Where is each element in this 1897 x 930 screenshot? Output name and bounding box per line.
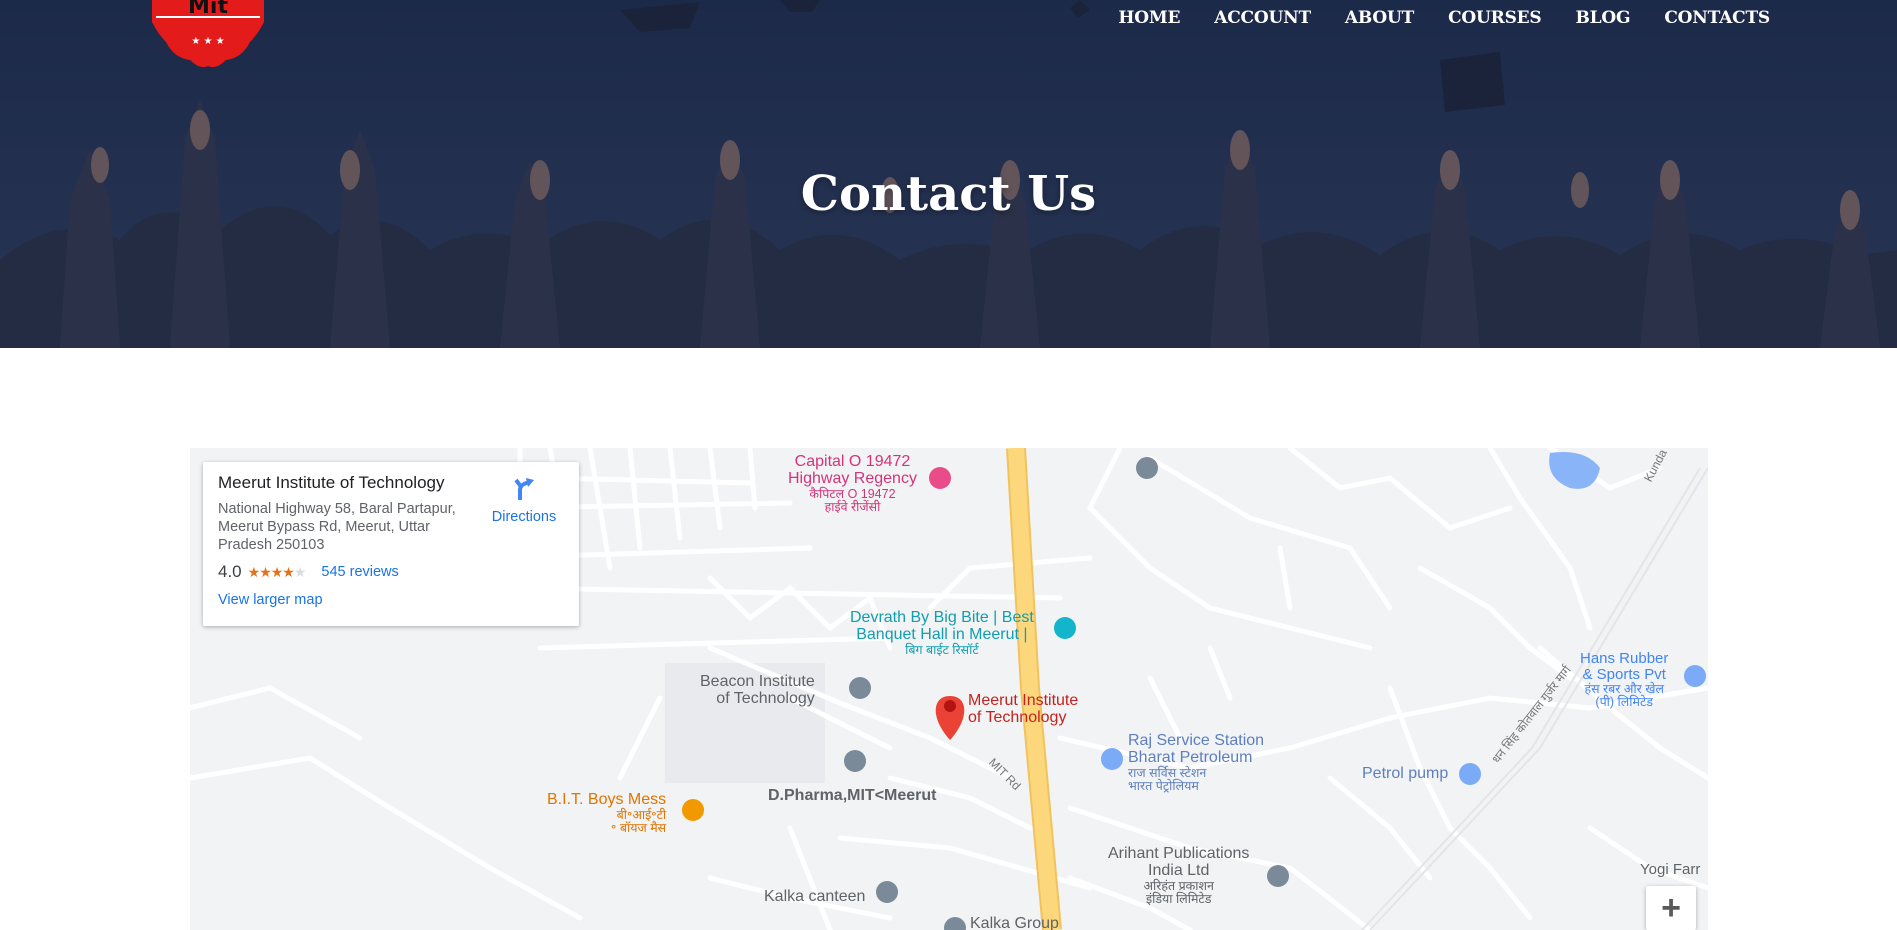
- place-label-capital[interactable]: Capital O 19472 Highway Regency कैपिटल O…: [788, 453, 917, 514]
- view-larger-map-link[interactable]: View larger map: [218, 592, 564, 608]
- place-label-beacon[interactable]: Beacon Institute of Technology: [700, 673, 815, 708]
- place-address: National Highway 58, Baral Partapur, Mee…: [218, 501, 456, 553]
- nav-blog[interactable]: BLOG: [1575, 8, 1630, 28]
- place-label-devrath[interactable]: Devrath By Big Bite | Best Banquet Hall …: [850, 609, 1034, 657]
- hero-banner: ★ ★ ★ Mit HOME ACCOUNT ABOUT COURSES BLO…: [0, 0, 1897, 348]
- place-label-kalka-canteen[interactable]: Kalka canteen: [764, 888, 865, 906]
- logo-text: Mit: [188, 0, 228, 19]
- main-navigation: HOME ACCOUNT ABOUT COURSES BLOG CONTACTS: [1118, 8, 1770, 28]
- reviews-link[interactable]: 545 reviews: [321, 564, 398, 580]
- place-info-card: Meerut Institute of Technology National …: [203, 462, 579, 626]
- directions-label: Directions: [491, 509, 557, 525]
- nav-courses[interactable]: COURSES: [1448, 8, 1542, 28]
- zoom-in-button[interactable]: +: [1646, 886, 1696, 930]
- place-label-kalka-group[interactable]: Kalka Group: [970, 915, 1059, 930]
- place-label-hans-rubber[interactable]: Hans Rubber & Sports Pvt हंस रबर और खेल …: [1580, 651, 1668, 709]
- place-label-bit-mess[interactable]: B.I.T. Boys Mess बी॰आई॰टी ॰ बॉयज मैस: [547, 791, 666, 835]
- nav-contacts[interactable]: CONTACTS: [1664, 8, 1770, 28]
- nav-account[interactable]: ACCOUNT: [1214, 8, 1311, 28]
- rating-stars-icon: ★★★★★: [247, 563, 307, 580]
- rating-row: 4.0 ★★★★★ 545 reviews: [218, 562, 564, 582]
- place-label-arihant[interactable]: Arihant Publications India Ltd अरिहंत प्…: [1108, 845, 1249, 906]
- place-label-yogi[interactable]: Yogi Farr: [1640, 862, 1700, 878]
- rating-value: 4.0: [218, 562, 242, 581]
- place-label-raj-service[interactable]: Raj Service Station Bharat Petroleum राज…: [1128, 732, 1264, 793]
- svg-text:★ ★ ★: ★ ★ ★: [191, 36, 224, 47]
- directions-icon: [514, 478, 534, 500]
- directions-button[interactable]: Directions: [485, 476, 563, 525]
- nav-about[interactable]: ABOUT: [1345, 8, 1414, 28]
- place-label-petrol-pump[interactable]: Petrol pump: [1362, 765, 1448, 783]
- nav-home[interactable]: HOME: [1118, 8, 1180, 28]
- place-label-mit[interactable]: Meerut Institute of Technology: [968, 692, 1078, 727]
- page-title: Contact Us: [800, 166, 1097, 222]
- place-label-dpharma[interactable]: D.Pharma,MIT<Meerut: [768, 787, 936, 805]
